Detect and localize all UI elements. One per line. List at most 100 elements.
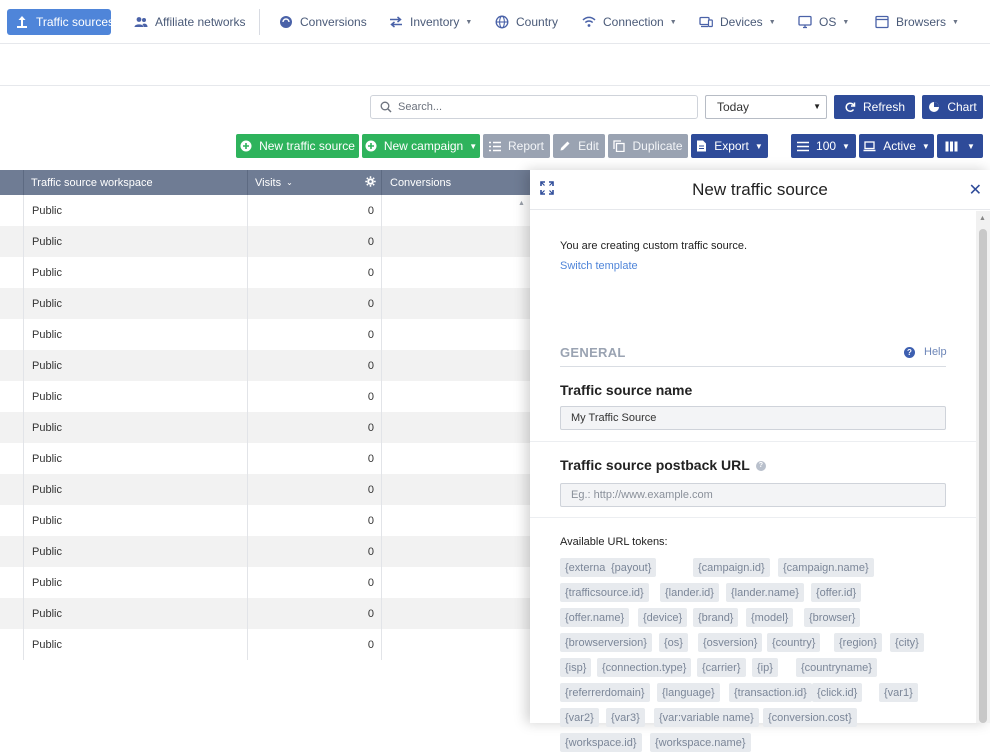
url-token[interactable]: {os}: [659, 633, 688, 652]
chevron-down-icon: ▼: [952, 18, 959, 26]
url-tokens-label: Available URL tokens:: [560, 536, 668, 548]
rows-per-page-select[interactable]: 100 ▼: [791, 134, 856, 158]
columns-button[interactable]: ▼: [937, 134, 983, 158]
table-row[interactable]: Public 0: [0, 598, 530, 629]
url-token[interactable]: {connection.type}: [597, 658, 692, 677]
intro-text: You are creating custom traffic source.: [560, 240, 748, 252]
table-row[interactable]: Public 0: [0, 319, 530, 350]
search-input[interactable]: [398, 101, 658, 113]
url-token[interactable]: {device}: [638, 608, 688, 627]
column-header-conversions[interactable]: Conversions: [382, 170, 530, 195]
url-token[interactable]: {region}: [834, 633, 882, 652]
tab-traffic-sources[interactable]: Traffic sources: [7, 9, 114, 35]
table-row[interactable]: Public 0: [0, 629, 530, 660]
chart-button[interactable]: Chart: [922, 95, 983, 119]
question-mark-icon[interactable]: ?: [755, 460, 766, 471]
tab-devices[interactable]: Devices ▼: [699, 9, 776, 35]
url-token[interactable]: {country}: [767, 633, 821, 652]
table-row[interactable]: Public 0: [0, 257, 530, 288]
url-token[interactable]: {workspace.name}: [650, 733, 751, 752]
duplicate-button[interactable]: Duplicate: [608, 134, 688, 158]
scroll-up-arrow-icon[interactable]: ▲: [518, 200, 525, 207]
url-token[interactable]: {trafficsource.id}: [560, 583, 649, 602]
table-row[interactable]: Public 0: [0, 474, 530, 505]
url-token[interactable]: {var2}: [560, 708, 599, 727]
url-token[interactable]: {browserversion}: [560, 633, 652, 652]
url-token[interactable]: {city}: [890, 633, 924, 652]
table-row[interactable]: Public 0: [0, 195, 530, 226]
tab-os[interactable]: OS ▼: [798, 9, 849, 35]
tab-country[interactable]: Country: [495, 9, 558, 35]
url-token[interactable]: {conversion.cost}: [763, 708, 857, 727]
url-token[interactable]: {osversion}: [698, 633, 763, 652]
tab-inventory[interactable]: Inventory ▼: [389, 9, 472, 35]
tab-connection[interactable]: Connection ▼: [582, 9, 677, 35]
close-icon[interactable]: ✕: [969, 180, 982, 200]
table-row[interactable]: Public 0: [0, 288, 530, 319]
devices-icon: [699, 15, 713, 29]
url-token[interactable]: {model}: [746, 608, 794, 627]
url-token[interactable]: {brand}: [693, 608, 739, 627]
tab-affiliate-networks[interactable]: Affiliate networks: [134, 9, 246, 35]
help-link[interactable]: ? Help: [904, 346, 947, 358]
visits-cell: 0: [367, 390, 374, 403]
url-token[interactable]: {isp}: [560, 658, 592, 677]
table-row[interactable]: Public 0: [0, 412, 530, 443]
url-token[interactable]: {browser}: [804, 608, 861, 627]
chevron-down-icon: ▼: [669, 18, 677, 26]
scrollbar-thumb[interactable]: [979, 229, 987, 723]
table-row[interactable]: Public 0: [0, 226, 530, 257]
edit-button[interactable]: Edit: [553, 134, 605, 158]
url-token[interactable]: {campaign.name}: [778, 558, 874, 577]
tab-browsers[interactable]: Browsers ▼: [875, 9, 959, 35]
search-box[interactable]: [370, 95, 698, 119]
workspace-cell: Public: [32, 452, 62, 465]
postback-url-input[interactable]: [560, 483, 946, 507]
report-button[interactable]: Report: [483, 134, 550, 158]
table-row[interactable]: Public 0: [0, 381, 530, 412]
panel-body: You are creating custom traffic source. …: [530, 211, 976, 752]
workspace-cell: Public: [32, 483, 62, 496]
date-range-value: Today: [717, 100, 750, 114]
url-token[interactable]: {carrier}: [697, 658, 746, 677]
tab-conversions[interactable]: Conversions: [279, 9, 367, 35]
new-campaign-button[interactable]: New campaign ▼: [362, 134, 480, 158]
column-header-workspace[interactable]: Traffic source workspace: [24, 170, 248, 195]
url-token[interactable]: {campaign.id}: [693, 558, 770, 577]
url-token[interactable]: {offer.name}: [560, 608, 630, 627]
export-button[interactable]: Export ▼: [691, 134, 768, 158]
refresh-button[interactable]: Refresh: [834, 95, 915, 119]
url-token[interactable]: {payout}: [606, 558, 657, 577]
traffic-source-name-input[interactable]: [560, 406, 946, 430]
visits-cell: 0: [367, 421, 374, 434]
workspace-cell: Public: [32, 421, 62, 434]
url-token[interactable]: {offer.id}: [811, 583, 862, 602]
url-token[interactable]: {lander.id}: [660, 583, 719, 602]
url-token[interactable]: {lander.name}: [726, 583, 804, 602]
table-row[interactable]: Public 0: [0, 350, 530, 381]
url-token[interactable]: {ip}: [752, 658, 778, 677]
scroll-up-arrow-icon[interactable]: ▲: [979, 215, 986, 222]
switch-template-link[interactable]: Switch template: [560, 260, 638, 272]
table-row[interactable]: Public 0: [0, 567, 530, 598]
url-token[interactable]: {click.id}: [812, 683, 863, 702]
table-row[interactable]: Public 0: [0, 505, 530, 536]
panel-scrollbar[interactable]: ▲: [976, 211, 990, 723]
date-range-select[interactable]: Today ▼: [705, 95, 827, 119]
wifi-icon: [582, 15, 596, 29]
url-token[interactable]: {workspace.id}: [560, 733, 642, 752]
new-traffic-source-button[interactable]: New traffic source: [236, 134, 359, 158]
url-token[interactable]: {var:variable name}: [654, 708, 759, 727]
url-token[interactable]: {referrerdomain}: [560, 683, 650, 702]
url-token[interactable]: {language}: [657, 683, 720, 702]
status-filter-select[interactable]: Active ▼: [859, 134, 934, 158]
gear-icon[interactable]: [365, 176, 376, 190]
url-token[interactable]: {countryname}: [796, 658, 877, 677]
table-row[interactable]: Public 0: [0, 443, 530, 474]
url-token[interactable]: {var1}: [879, 683, 918, 702]
visits-cell: 0: [367, 359, 374, 372]
column-header-visits[interactable]: Visits ⌄: [248, 170, 382, 195]
table-row[interactable]: Public 0: [0, 536, 530, 567]
url-token[interactable]: {var3}: [606, 708, 645, 727]
url-token[interactable]: {transaction.id}: [729, 683, 812, 702]
